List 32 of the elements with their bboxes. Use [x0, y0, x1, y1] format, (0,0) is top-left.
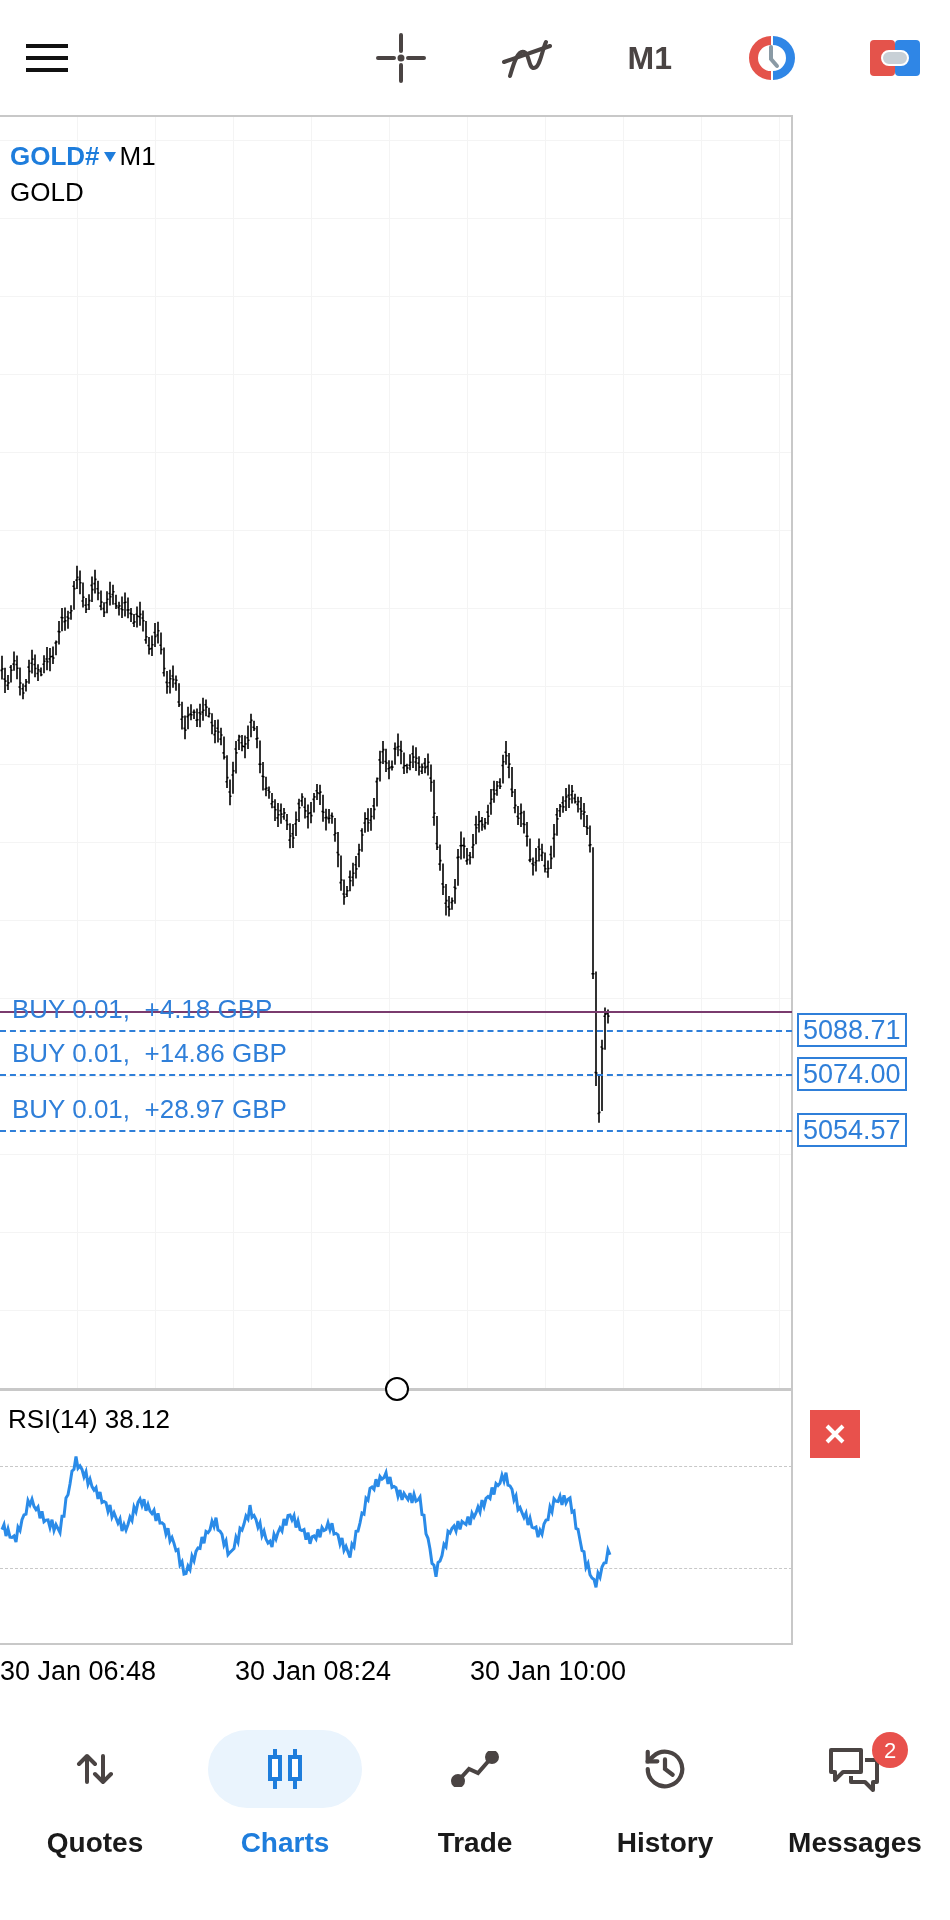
time-label: 30 Jan 10:00 — [470, 1655, 627, 1688]
nav-tab[interactable]: Trade — [380, 1730, 570, 1864]
nav-tab[interactable]: 2 Messages — [760, 1730, 950, 1864]
candlestick-icon — [265, 1747, 305, 1791]
order-label[interactable]: BUY 0.01, +28.97 GBP — [12, 1096, 287, 1122]
time-label: 30 Jan 06:48 — [0, 1655, 157, 1688]
nav-tab[interactable]: Charts — [190, 1730, 380, 1864]
order-line[interactable] — [0, 1030, 792, 1032]
price-label: 5088.71 — [797, 1013, 907, 1047]
crosshair-icon[interactable] — [375, 32, 426, 83]
price-label: 5074.00 — [797, 1057, 907, 1091]
time-label: 30 Jan 08:24 — [235, 1655, 392, 1688]
chart-period: M1 — [119, 140, 156, 173]
order-line[interactable] — [0, 1130, 792, 1132]
close-button[interactable] — [810, 1410, 860, 1458]
menu-icon[interactable] — [24, 42, 70, 73]
up-down-arrows-icon — [75, 1752, 115, 1786]
order-line[interactable] — [0, 1074, 792, 1076]
indicator-label: RSI(14) 38.12 — [8, 1403, 170, 1436]
nav-tab[interactable]: History — [570, 1730, 760, 1864]
order-label[interactable]: BUY 0.01, +14.86 GBP — [12, 1040, 287, 1066]
unread-badge: 2 — [872, 1732, 908, 1768]
panel-resize-handle[interactable] — [385, 1377, 409, 1401]
timeframe-button[interactable]: M1 — [627, 41, 672, 74]
price-label: 5054.57 — [797, 1113, 907, 1147]
symbol-description: GOLD — [10, 176, 84, 209]
nav-tab[interactable]: Quotes — [0, 1730, 190, 1864]
dropdown-caret-icon[interactable] — [103, 151, 116, 162]
toggle-icon[interactable] — [870, 37, 920, 78]
symbol-name[interactable]: GOLD# — [10, 137, 100, 176]
close-icon — [825, 1424, 845, 1444]
trend-line-icon — [451, 1751, 499, 1787]
